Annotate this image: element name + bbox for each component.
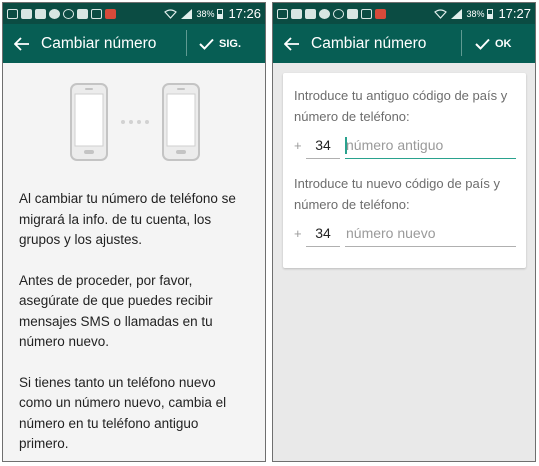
ok-button-label: OK	[495, 37, 512, 50]
plus-sign: +	[294, 226, 302, 241]
back-button[interactable]	[3, 24, 41, 63]
clock: 17:27	[498, 6, 531, 21]
next-button-label: SIG.	[219, 37, 242, 50]
next-button[interactable]: SIG.	[199, 24, 241, 63]
wifi-icon	[164, 8, 178, 19]
old-phone-number-placeholder: número antiguo	[346, 137, 444, 153]
location-icon	[63, 8, 74, 19]
new-number-label: Introduce tu nuevo código de país y núme…	[294, 176, 500, 212]
app-bar: Cambiar número OK	[273, 24, 535, 63]
message-icon	[277, 8, 288, 19]
calendar-icon	[21, 8, 32, 19]
intro-paragraph-migration: Al cambiar tu número de teléfono se migr…	[19, 191, 236, 247]
clock: 17:26	[228, 6, 261, 21]
notification-icon	[49, 8, 60, 19]
signal-icon	[451, 8, 463, 19]
battery-percent: 38%	[466, 8, 485, 19]
battery-percent: 38%	[196, 8, 215, 19]
notification-icon	[319, 8, 330, 19]
system-indicators: 38% 17:27	[434, 6, 531, 21]
new-number-row: + 34 número nuevo	[294, 215, 516, 247]
notification-icons	[7, 8, 116, 19]
plus-sign: +	[294, 138, 302, 153]
status-bar: 38% 17:27	[273, 3, 535, 24]
calendar-icon	[305, 8, 316, 19]
notification-icons	[277, 8, 386, 19]
old-number-row: + 34 número antiguo	[294, 127, 516, 159]
app-bar: Cambiar número SIG.	[3, 24, 265, 63]
phone-illustration-icon	[70, 83, 108, 161]
calendar-icon	[291, 8, 302, 19]
intro-paragraph-sms: Antes de proceder, por favor, asegúrate …	[19, 272, 213, 350]
page-title: Cambiar número	[311, 34, 427, 52]
old-phone-number-field[interactable]: número antiguo	[345, 133, 516, 159]
intro-content: Al cambiar tu número de teléfono se migr…	[3, 63, 265, 461]
ok-button[interactable]: OK	[475, 24, 512, 63]
text-cursor	[345, 137, 347, 154]
check-icon	[199, 38, 214, 50]
battery-icon	[217, 8, 224, 19]
phone-illustration	[19, 83, 251, 161]
screen-intro: 38% 17:26 Cambiar número SIG. Al cambiar…	[2, 2, 266, 462]
image-icon	[361, 8, 372, 19]
location-icon	[333, 8, 344, 19]
message-icon	[7, 8, 18, 19]
check-icon	[475, 38, 490, 50]
back-arrow-icon	[14, 36, 29, 51]
android-icon	[347, 8, 358, 19]
dots-connector-icon	[121, 120, 149, 124]
signal-icon	[181, 8, 193, 19]
status-bar: 38% 17:26	[3, 3, 265, 24]
alert-icon	[105, 8, 116, 19]
intro-paragraph-old-phone: Si tienes tanto un teléfono nuevo como u…	[19, 374, 227, 452]
toolbar-divider	[461, 30, 462, 56]
system-indicators: 38% 17:26	[164, 6, 261, 21]
wifi-icon	[434, 8, 448, 19]
old-country-code-field[interactable]: 34	[306, 133, 340, 159]
page-title: Cambiar número	[41, 34, 157, 52]
phone-illustration-icon	[162, 83, 200, 161]
new-phone-number-placeholder: número nuevo	[346, 225, 436, 241]
alert-icon	[375, 8, 386, 19]
new-phone-number-field[interactable]: número nuevo	[345, 221, 516, 247]
android-icon	[77, 8, 88, 19]
toolbar-divider	[186, 30, 187, 56]
battery-icon	[487, 8, 494, 19]
screen-enter-numbers: 38% 17:27 Cambiar número OK Introduce tu…	[272, 2, 536, 462]
back-button[interactable]	[273, 24, 311, 63]
phone-number-form: Introduce tu antiguo código de país y nú…	[283, 73, 526, 268]
old-number-label: Introduce tu antiguo código de país y nú…	[294, 88, 508, 124]
image-icon	[91, 8, 102, 19]
new-country-code-field[interactable]: 34	[306, 221, 340, 247]
back-arrow-icon	[284, 36, 299, 51]
calendar-icon	[35, 8, 46, 19]
